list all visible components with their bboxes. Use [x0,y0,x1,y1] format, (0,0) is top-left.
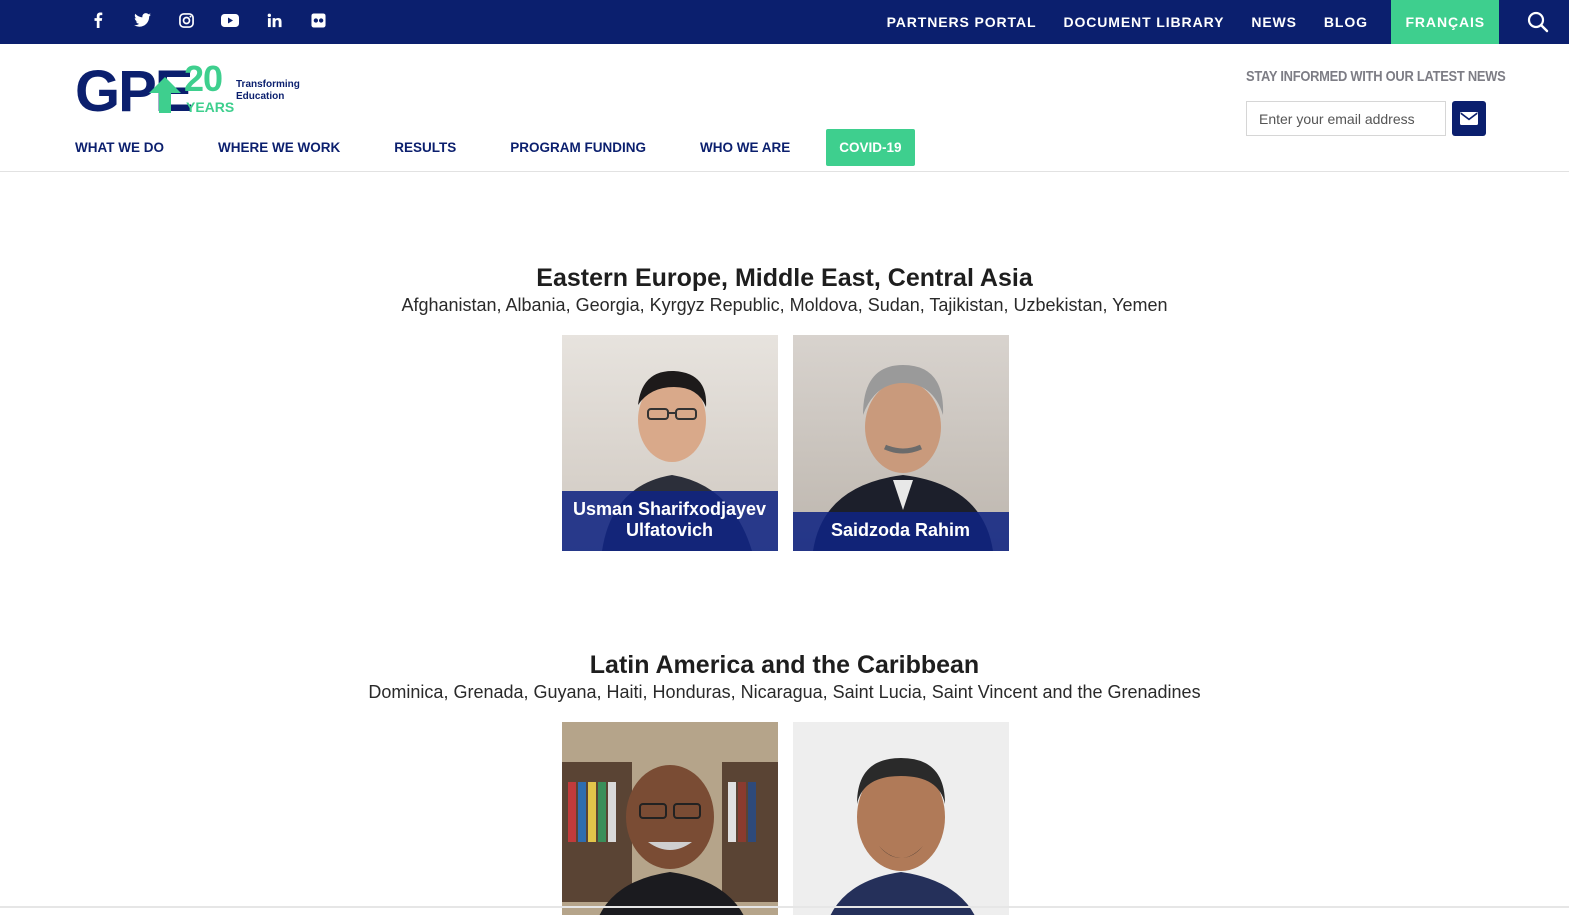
blog-link[interactable]: BLOG [1310,0,1381,44]
nav-covid-19-button[interactable]: COVID-19 [826,128,915,166]
newsletter-signup: STAY INFORMED WITH OUR LATEST NEWS [1246,68,1506,136]
nav-results[interactable]: RESULTS [394,140,456,155]
people-cards [0,722,1569,915]
envelope-icon [1460,112,1478,125]
partners-portal-link[interactable]: PARTNERS PORTAL [873,0,1050,44]
nav-what-we-do[interactable]: WHAT WE DO [75,140,164,155]
person-photo [561,722,778,915]
social-links [76,0,340,40]
person-name: Usman Sharifxodjayev Ulfatovich [561,491,778,551]
flickr-icon[interactable] [296,0,340,40]
person-card[interactable]: Saidzoda Rahim [792,335,1009,551]
subscribe-button[interactable] [1452,101,1486,136]
site-header: GPE 20 YEARS Transforming Education WHAT… [0,44,1569,172]
top-bar: PARTNERS PORTAL DOCUMENT LIBRARY NEWS BL… [0,0,1569,44]
gpe-logo[interactable]: GPE 20 YEARS Transforming Education [75,58,305,121]
utility-nav: PARTNERS PORTAL DOCUMENT LIBRARY NEWS BL… [873,0,1569,44]
email-field[interactable] [1246,101,1446,136]
nav-who-we-are[interactable]: WHO WE ARE [700,140,790,155]
region-section: Latin America and the Caribbean Dominica… [0,650,1569,915]
region-title: Eastern Europe, Middle East, Central Asi… [536,264,1033,292]
logo-arrow-icon [149,77,181,113]
logo-years: YEARS [186,99,235,115]
person-card[interactable]: Usman Sharifxodjayev Ulfatovich [561,335,778,551]
logo-tagline-line-1: Transforming [236,79,300,90]
person-name: Saidzoda Rahim [792,512,1009,551]
search-icon[interactable] [1507,0,1569,44]
divider [0,906,1569,908]
logo-tagline-line-2: Education [236,91,285,102]
person-photo [792,722,1009,915]
document-library-link[interactable]: DOCUMENT LIBRARY [1050,0,1238,44]
newsletter-label: STAY INFORMED WITH OUR LATEST NEWS [1246,68,1506,85]
person-card[interactable] [561,722,778,915]
instagram-icon[interactable] [164,0,208,40]
people-cards: Usman Sharifxodjayev Ulfatovich Saidzoda… [0,335,1569,551]
news-link[interactable]: NEWS [1238,0,1311,44]
facebook-icon[interactable] [76,0,120,40]
logo-number: 20 [184,58,223,99]
region-section: Eastern Europe, Middle East, Central Asi… [0,263,1569,551]
linkedin-icon[interactable] [252,0,296,40]
person-card[interactable] [792,722,1009,915]
region-countries: Afghanistan, Albania, Georgia, Kyrgyz Re… [401,295,1168,315]
nav-where-we-work[interactable]: WHERE WE WORK [218,140,340,155]
region-title: Latin America and the Caribbean [589,651,980,679]
language-switch-button[interactable]: FRANÇAIS [1391,0,1499,44]
twitter-icon[interactable] [120,0,164,40]
main-nav: WHAT WE DO WHERE WE WORK RESULTS PROGRAM… [75,128,915,166]
region-countries: Dominica, Grenada, Guyana, Haiti, Hondur… [368,682,1201,702]
youtube-icon[interactable] [208,0,252,40]
logo-tagline: Transforming Education [236,79,316,103]
nav-program-funding[interactable]: PROGRAM FUNDING [510,140,646,155]
